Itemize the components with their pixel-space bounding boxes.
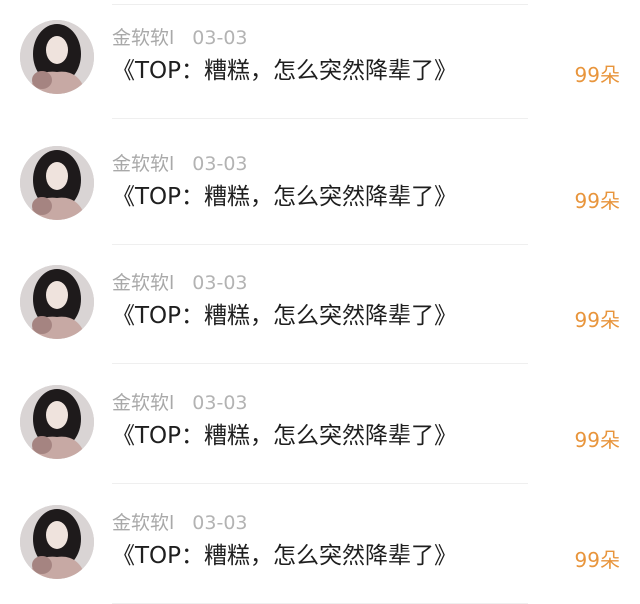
comment-meta: 金软软l 03-03 [112,26,248,50]
row-divider [112,483,528,484]
comment-meta: 金软软l 03-03 [112,271,248,295]
username[interactable]: 金软软l [112,272,174,294]
gift-count: 99朵 [574,189,620,213]
user-avatar-icon[interactable] [20,385,94,459]
gift-count: 99朵 [574,548,620,572]
gift-count: 99朵 [574,308,620,332]
username[interactable]: 金软软l [112,153,174,175]
comment-row[interactable]: 金软软l 03-03 《TOP：糟糕，怎么突然降辈了》 99朵 [0,485,640,604]
comment-text: 《TOP：糟糕，怎么突然降辈了》 [112,423,458,449]
comment-row[interactable]: 金软软l 03-03 《TOP：糟糕，怎么突然降辈了》 99朵 [0,126,640,245]
user-avatar-icon[interactable] [20,505,94,579]
row-divider [112,363,528,364]
username[interactable]: 金软软l [112,392,174,414]
avatar-image [20,146,94,220]
username[interactable]: 金软软l [112,27,174,49]
comment-text: 《TOP：糟糕，怎么突然降辈了》 [112,303,458,329]
comment-row[interactable]: 金软软l 03-03 《TOP：糟糕，怎么突然降辈了》 99朵 [0,245,640,364]
comment-meta: 金软软l 03-03 [112,391,248,415]
comment-date: 03-03 [192,392,248,414]
user-avatar-icon[interactable] [20,265,94,339]
comment-meta: 金软软l 03-03 [112,152,248,176]
comment-date: 03-03 [192,27,248,49]
comment-date: 03-03 [192,512,248,534]
row-divider [112,118,528,119]
comment-row[interactable]: 金软软l 03-03 《TOP：糟糕，怎么突然降辈了》 99朵 [0,0,640,119]
comment-text: 《TOP：糟糕，怎么突然降辈了》 [112,543,458,569]
avatar-image [20,265,94,339]
comment-text: 《TOP：糟糕，怎么突然降辈了》 [112,184,458,210]
avatar-image [20,505,94,579]
comment-row[interactable]: 金软软l 03-03 《TOP：糟糕，怎么突然降辈了》 99朵 [0,365,640,484]
username[interactable]: 金软软l [112,512,174,534]
gift-count: 99朵 [574,428,620,452]
gift-count: 99朵 [574,63,620,87]
user-avatar-icon[interactable] [20,146,94,220]
user-avatar-icon[interactable] [20,20,94,94]
comment-meta: 金软软l 03-03 [112,511,248,535]
avatar-image [20,20,94,94]
avatar-image [20,385,94,459]
comment-date: 03-03 [192,272,248,294]
comment-text: 《TOP：糟糕，怎么突然降辈了》 [112,58,458,84]
comment-date: 03-03 [192,153,248,175]
